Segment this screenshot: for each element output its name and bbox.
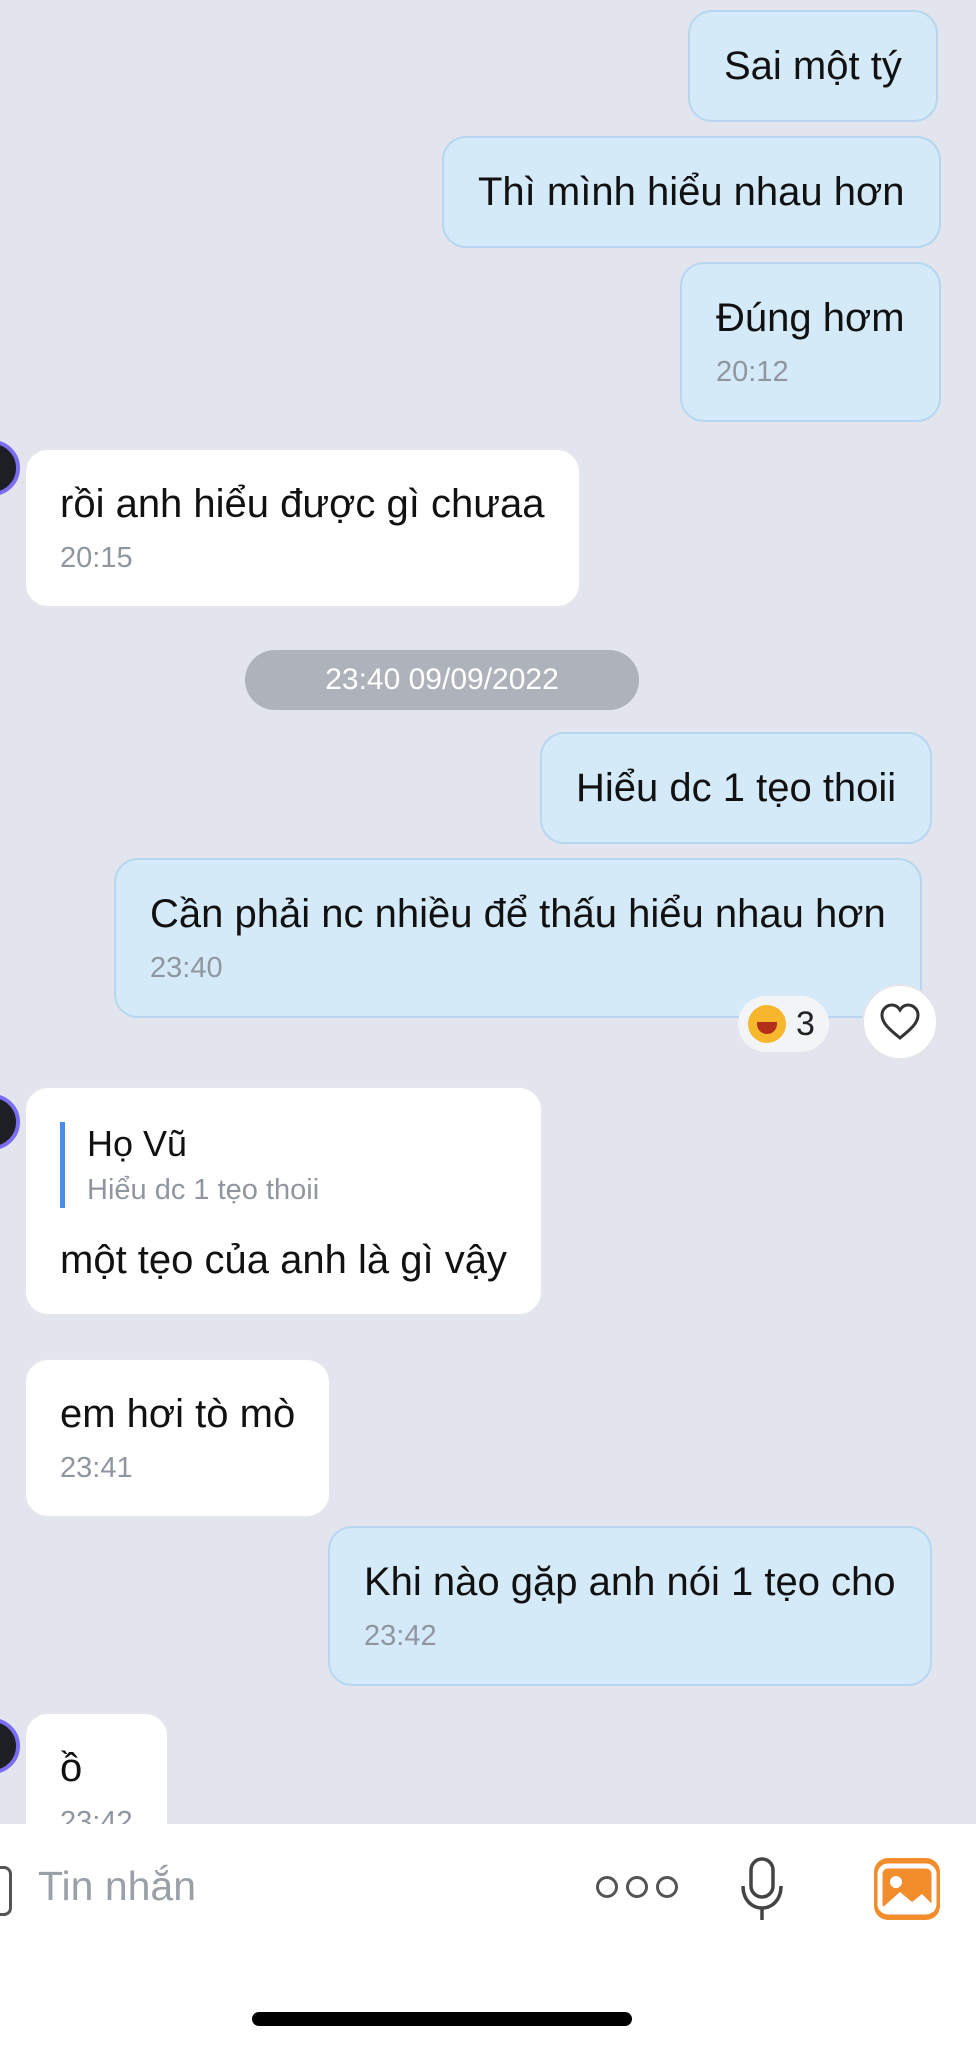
message-text: Thì mình hiểu nhau hơn [478, 170, 905, 214]
contact-avatar[interactable] [0, 440, 20, 496]
reply-quote[interactable]: Họ Vũ Hiểu dc 1 tẹo thoii [60, 1122, 507, 1208]
date-divider: 23:40 09/09/2022 [245, 650, 639, 710]
message-bubble-sent[interactable]: Cần phải nc nhiều để thấu hiểu nhau hơn … [114, 858, 922, 1018]
sticker-button-edge[interactable] [0, 1866, 12, 1916]
message-time: 23:40 [150, 952, 223, 984]
quote-author: Họ Vũ [87, 1123, 188, 1164]
message-text: Khi nào gặp anh nói 1 tẹo cho [364, 1560, 896, 1604]
heart-react-button[interactable] [862, 984, 938, 1060]
message-bubble-sent[interactable]: Thì mình hiểu nhau hơn [442, 136, 941, 248]
message-text: ồ [60, 1746, 83, 1790]
quote-text: Hiểu dc 1 tẹo thoii [87, 1174, 320, 1206]
message-bubble-sent[interactable]: Khi nào gặp anh nói 1 tẹo cho 23:42 [328, 1526, 932, 1686]
message-time: 23:42 [60, 1806, 133, 1824]
contact-avatar[interactable] [0, 1718, 20, 1774]
laughing-face-icon [748, 1005, 786, 1043]
message-bubble-received[interactable]: Họ Vũ Hiểu dc 1 tẹo thoii một tẹo của an… [24, 1086, 543, 1316]
microphone-icon[interactable] [740, 1856, 784, 1929]
more-options-icon[interactable] [596, 1876, 678, 1898]
message-input[interactable]: Tin nhắn [38, 1863, 196, 1910]
reaction-count: 3 [796, 1004, 815, 1043]
home-indicator [252, 2012, 632, 2026]
message-text: một tẹo của anh là gì vậy [60, 1238, 507, 1282]
message-bubble-sent[interactable]: Hiểu dc 1 tẹo thoii [540, 732, 933, 844]
message-time: 23:42 [364, 1620, 437, 1652]
message-text: em hơi tò mò [60, 1392, 296, 1436]
message-bubble-received[interactable]: ồ 23:42 [24, 1712, 169, 1824]
heart-icon [880, 1003, 920, 1040]
message-time: 20:12 [716, 356, 789, 388]
message-time: 20:15 [60, 542, 133, 574]
chat-area[interactable]: Sai một tý Thì mình hiểu nhau hơn Đúng h… [0, 0, 976, 1824]
message-bubble-sent[interactable]: Đúng hơm 20:12 [680, 262, 941, 422]
message-text: Hiểu dc 1 tẹo thoii [576, 766, 897, 810]
reaction-badge[interactable]: 3 [738, 996, 829, 1052]
message-time: 23:41 [60, 1452, 133, 1484]
message-text: Sai một tý [724, 44, 902, 88]
gallery-icon[interactable] [874, 1858, 940, 1920]
message-bubble-received[interactable]: rồi anh hiểu được gì chưaa 20:15 [24, 448, 581, 608]
message-bubble-received[interactable]: em hơi tò mò 23:41 [24, 1358, 332, 1518]
message-bubble-sent[interactable]: Sai một tý [688, 10, 938, 122]
message-text: Cần phải nc nhiều để thấu hiểu nhau hơn [150, 892, 886, 936]
message-text: Đúng hơm [716, 296, 905, 340]
message-text: rồi anh hiểu được gì chưaa [60, 482, 545, 526]
contact-avatar[interactable] [0, 1094, 20, 1150]
